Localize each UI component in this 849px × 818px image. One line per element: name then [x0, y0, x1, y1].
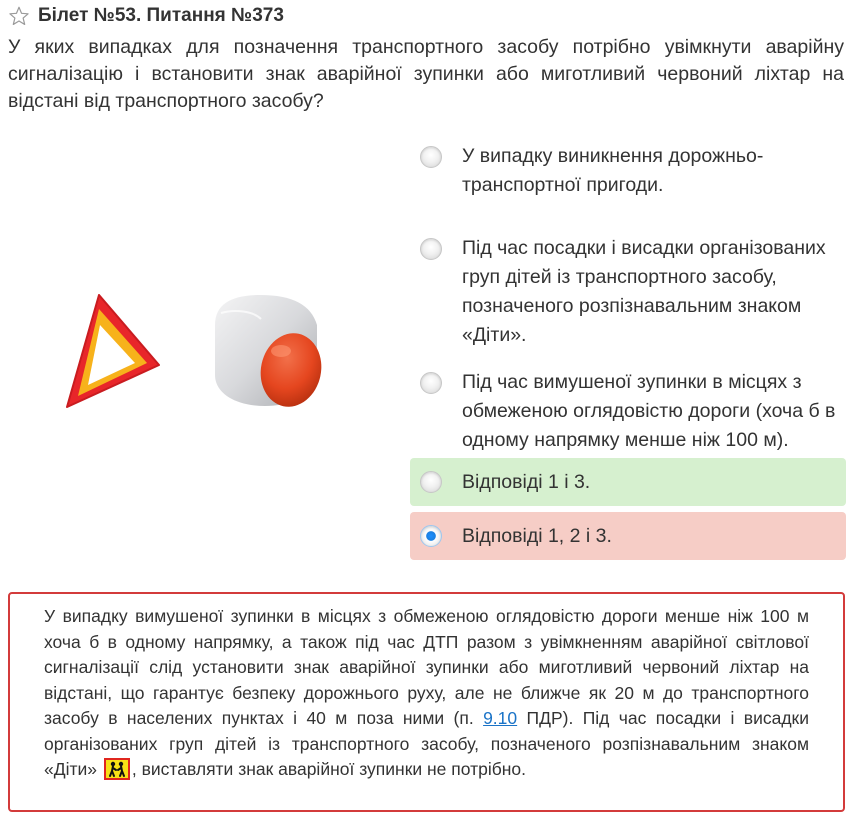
answer-label: Відповіді 1, 2 і 3. [462, 524, 612, 547]
radio-button-checked[interactable] [420, 525, 442, 547]
answer-option-5-selected-wrong[interactable]: Відповіді 1, 2 і 3. [410, 512, 846, 560]
answer-list: У випадку виникнення дорожньо-транспортн… [410, 134, 846, 566]
rule-link[interactable]: 9.10 [483, 708, 517, 728]
question-illustration [55, 285, 345, 415]
red-flashing-lamp-icon [215, 295, 322, 407]
explanation-text-part: , виставляти знак аварійної зупинки не п… [131, 759, 527, 779]
explanation-box: У випадку вимушеної зупинки в місцях з о… [8, 592, 845, 812]
explanation-text: У випадку вимушеної зупинки в місцях з о… [44, 604, 809, 783]
radio-button[interactable] [420, 238, 442, 260]
radio-button[interactable] [420, 471, 442, 493]
answer-option-4-correct[interactable]: Відповіді 1 і 3. [410, 458, 846, 506]
answer-label: Під час вимушеної зупинки в місцях з обм… [462, 371, 836, 451]
radio-button[interactable] [420, 146, 442, 168]
question-title: Білет №53. Питання №373 [38, 5, 284, 26]
answer-label: У випадку виникнення дорожньо-транспортн… [462, 145, 764, 196]
star-outline-icon[interactable] [8, 5, 30, 27]
answer-option-2[interactable]: Під час посадки і висадки організованих … [410, 226, 846, 354]
answer-option-1[interactable]: У випадку виникнення дорожньо-транспортн… [410, 134, 846, 220]
children-sign-icon [103, 758, 130, 780]
answer-option-3[interactable]: Під час вимушеної зупинки в місцях з обм… [410, 360, 846, 452]
answer-label: Під час посадки і висадки організованих … [462, 237, 826, 346]
question-header: Білет №53. Питання №373 [8, 4, 284, 28]
question-text: У яких випадках для позначення транспорт… [8, 36, 844, 112]
answer-label: Відповіді 1 і 3. [462, 470, 591, 493]
radio-button[interactable] [420, 372, 442, 394]
warning-triangle-icon [66, 294, 160, 408]
